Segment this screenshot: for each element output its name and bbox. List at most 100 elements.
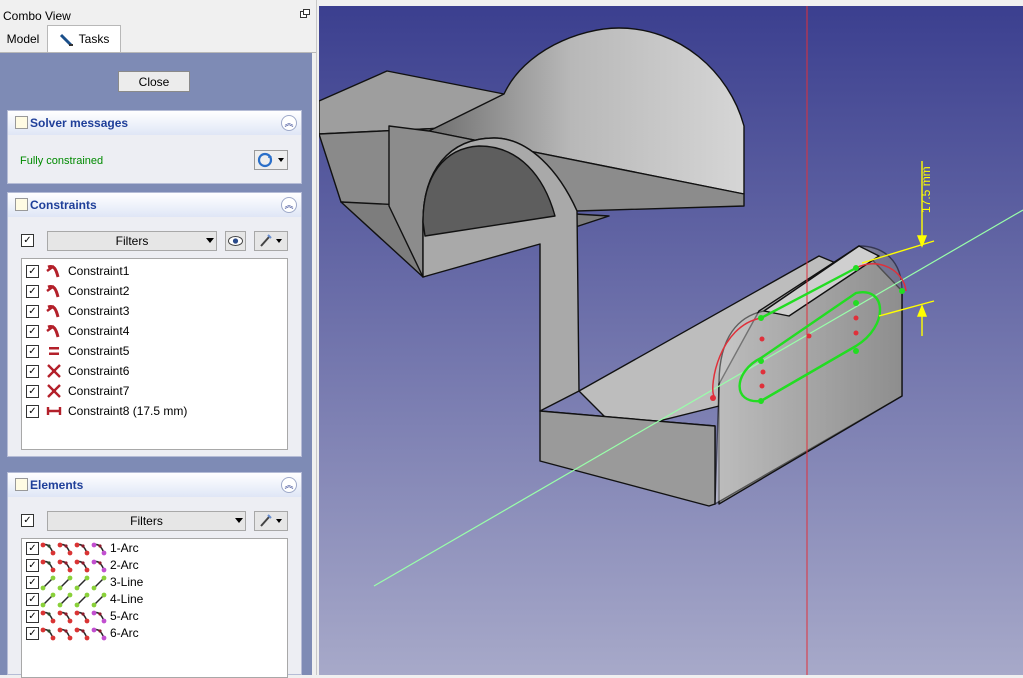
panel-icon [15, 116, 28, 129]
constraints-filters-dropdown[interactable]: Filters [47, 231, 217, 251]
tab-bar: Model Tasks [0, 25, 316, 53]
element-row[interactable]: ✓ 6-Arc [24, 625, 284, 642]
constraint-row[interactable]: ✓ Constraint4 [24, 322, 284, 340]
task-panel: Close Solver messages ︽ Fully constraine… [0, 53, 312, 678]
wand-icon [260, 234, 282, 247]
constraint-label: Constraint2 [68, 284, 130, 298]
tools-icon [59, 33, 73, 46]
element-label: 6-Arc [110, 626, 139, 640]
3d-viewport[interactable]: 17.5 mm [319, 6, 1023, 675]
element-row[interactable]: ✓ 5-Arc [24, 608, 284, 625]
constraint-row[interactable]: ✓ Constraint7 [24, 382, 284, 400]
combo-view-title: Combo View [3, 9, 71, 23]
constraint-row[interactable]: ✓ Constraint1 [24, 262, 284, 280]
distance-icon [46, 403, 62, 419]
element-checkbox[interactable]: ✓ [26, 593, 39, 606]
constraint-label: Constraint1 [68, 264, 130, 278]
constraint-row[interactable]: ✓ Constraint5 [24, 342, 284, 360]
tangent-icon [46, 303, 62, 319]
panel-icon [15, 478, 28, 491]
constraint-label: Constraint6 [68, 364, 130, 378]
constraint-settings-button[interactable] [254, 231, 288, 251]
constraint-checkbox[interactable]: ✓ [26, 385, 39, 398]
tab-model[interactable]: Model [0, 26, 46, 51]
element-checkbox[interactable]: ✓ [26, 627, 39, 640]
element-label: 2-Arc [110, 558, 139, 572]
refresh-icon [257, 152, 284, 168]
wand-icon [260, 514, 282, 527]
elements-panel: Elements ︽ ✓ Filters ✓ 1-Arc ✓ 2-Arc ✓ 3-Line… [7, 472, 302, 678]
constraint-label: Constraint4 [68, 324, 130, 338]
constraints-select-all-checkbox[interactable]: ✓ [21, 234, 34, 247]
constraint-label: Constraint5 [68, 344, 130, 358]
constraint-row[interactable]: ✓ Constraint2 [24, 282, 284, 300]
element-label: 4-Line [110, 592, 144, 606]
tangent-icon [46, 283, 62, 299]
constraint-checkbox[interactable]: ✓ [26, 405, 39, 418]
collapse-icon[interactable]: ︽ [281, 197, 297, 213]
arc-icon [40, 608, 108, 625]
element-row[interactable]: ✓ 3-Line [24, 574, 284, 591]
tangent-icon [46, 263, 62, 279]
element-checkbox[interactable]: ✓ [26, 576, 39, 589]
arc-icon [40, 625, 108, 642]
tab-model-label: Model [6, 32, 40, 46]
constraints-panel: Constraints ︽ ✓ Filters ✓ Constraint1 ✓ … [7, 192, 302, 457]
element-settings-button[interactable] [254, 511, 288, 531]
constraints-list[interactable]: ✓ Constraint1 ✓ Constraint2 ✓ Constraint3 ✓ Con… [21, 258, 288, 450]
constraint-label: Constraint3 [68, 304, 130, 318]
solver-status-text: Fully constrained [20, 155, 104, 167]
auto-update-button[interactable] [254, 150, 288, 170]
constraints-title: Constraints [30, 198, 97, 212]
collapse-icon[interactable]: ︽ [281, 477, 297, 493]
collapse-icon[interactable]: ︽ [281, 115, 297, 131]
close-button[interactable]: Close [118, 71, 190, 92]
line-icon [40, 574, 108, 591]
tab-tasks-label: Tasks [78, 32, 110, 46]
symmetric-icon [46, 383, 62, 399]
combo-view: Combo View Model Tasks Close Solver mess… [0, 0, 317, 678]
combo-view-titlebar: Combo View [0, 6, 316, 24]
element-label: 1-Arc [110, 541, 139, 555]
tangent-icon [46, 323, 62, 339]
constraint-checkbox[interactable]: ✓ [26, 285, 39, 298]
constraint-checkbox[interactable]: ✓ [26, 325, 39, 338]
equal-icon [46, 343, 62, 359]
element-row[interactable]: ✓ 1-Arc [24, 540, 284, 557]
constraint-label: Constraint7 [68, 384, 130, 398]
panel-icon [15, 198, 28, 211]
solver-messages-panel: Solver messages ︽ Fully constrained [7, 110, 302, 184]
undock-icon[interactable] [300, 9, 310, 18]
constraints-filters-label: Filters [115, 234, 149, 248]
elements-select-all-checkbox[interactable]: ✓ [21, 514, 34, 527]
element-checkbox[interactable]: ✓ [26, 542, 39, 555]
constraint-label: Constraint8 (17.5 mm) [68, 404, 188, 418]
line-icon [40, 591, 108, 608]
tab-tasks[interactable]: Tasks [47, 25, 121, 52]
constraint-checkbox[interactable]: ✓ [26, 265, 39, 278]
constraint-row[interactable]: ✓ Constraint6 [24, 362, 284, 380]
element-checkbox[interactable]: ✓ [26, 559, 39, 572]
constraint-checkbox[interactable]: ✓ [26, 345, 39, 358]
constraint-row[interactable]: ✓ Constraint8 (17.5 mm) [24, 402, 284, 420]
symmetric-icon [46, 363, 62, 379]
element-row[interactable]: ✓ 2-Arc [24, 557, 284, 574]
constraints-header[interactable]: Constraints ︽ [8, 193, 301, 217]
arc-icon [40, 557, 108, 574]
solver-messages-header[interactable]: Solver messages ︽ [8, 111, 301, 135]
element-checkbox[interactable]: ✓ [26, 610, 39, 623]
constraint-checkbox[interactable]: ✓ [26, 305, 39, 318]
dimension-label: 17.5 mm [919, 166, 933, 213]
solver-messages-title: Solver messages [30, 116, 129, 130]
elements-filters-label: Filters [130, 514, 163, 528]
element-row[interactable]: ✓ 4-Line [24, 591, 284, 608]
arc-icon [40, 540, 108, 557]
elements-filters-dropdown[interactable]: Filters [47, 511, 246, 531]
elements-list[interactable]: ✓ 1-Arc ✓ 2-Arc ✓ 3-Line ✓ 4-Line ✓ 5-Arc ✓ 6-Arc [21, 538, 288, 678]
element-label: 3-Line [110, 575, 144, 589]
constraint-checkbox[interactable]: ✓ [26, 365, 39, 378]
visibility-button[interactable] [225, 231, 246, 251]
constraint-row[interactable]: ✓ Constraint3 [24, 302, 284, 320]
elements-header[interactable]: Elements ︽ [8, 473, 301, 497]
eye-icon [228, 236, 243, 246]
